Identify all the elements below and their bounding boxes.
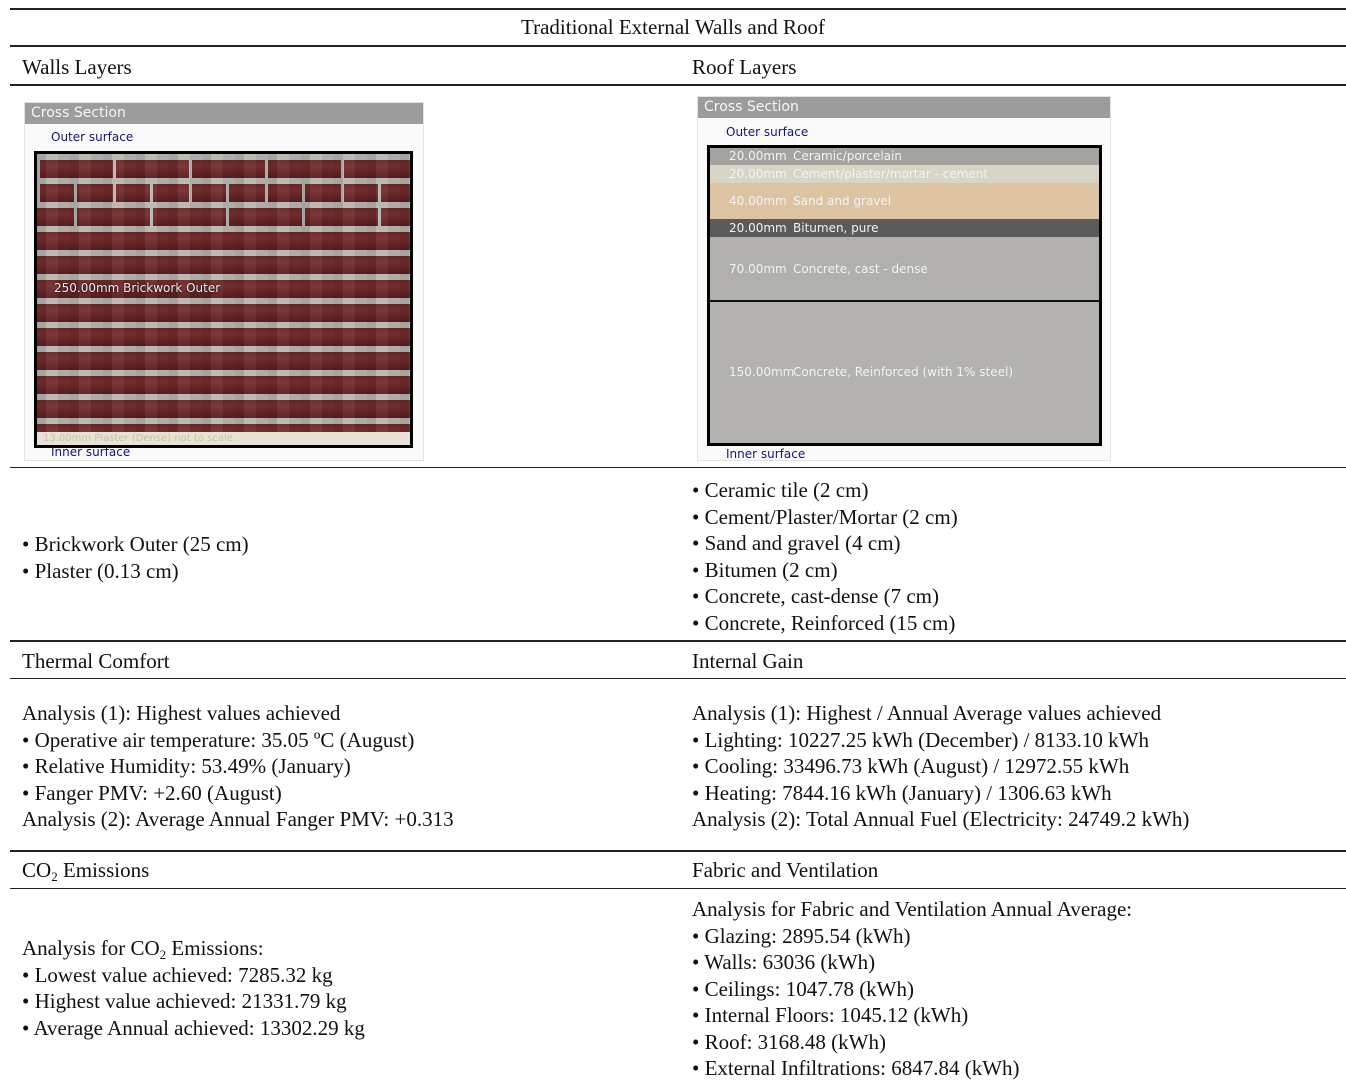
rule	[10, 850, 1346, 852]
roof-layer: 20.00mm Cement/plaster/mortar - cement	[710, 165, 1099, 183]
roof-layer: 70.00mm Concrete, cast - dense	[710, 237, 1099, 302]
list-item: • Lowest value achieved: 7285.32 kg	[22, 962, 333, 987]
plaster-layer: 13.00mm Plaster (Dense) not to scale	[37, 432, 410, 445]
roof-layers-diagram: 20.00mm Ceramic/porcelain 20.00mm Cement/pl…	[707, 145, 1102, 446]
layer-material: Concrete, Reinforced (with 1% steel)	[793, 365, 1014, 379]
layer-material: Cement/plaster/mortar - cement	[793, 167, 989, 181]
list-item: Analysis (1): Highest / Annual Average v…	[692, 701, 1162, 725]
co2-heading: CO2 Emissions	[22, 857, 149, 884]
outer-surface-label: Outer surface	[51, 130, 134, 144]
inner-surface-label: Inner surface	[726, 447, 806, 461]
list-item: • Lighting: 10227.25 kWh (December) / 81…	[692, 727, 1150, 752]
list-item: • Cement/Plaster/Mortar (2 cm)	[692, 504, 958, 529]
fabric-ventilation-list: Analysis for Fabric and Ventilation Annu…	[692, 896, 1132, 1082]
layer-material: Ceramic/porcelain	[793, 149, 902, 163]
table-title: Traditional External Walls and Roof	[521, 15, 825, 39]
layer-thickness: 70.00mm	[729, 262, 787, 276]
co2-heading-rest: Emissions	[57, 858, 150, 882]
list-item: • Walls: 63036 (kWh)	[692, 950, 876, 974]
list-item: • Roof: 3168.48 (kWh)	[692, 1029, 886, 1054]
list-item: • Relative Humidity: 53.49% (January)	[22, 754, 351, 778]
co2-heading-text: CO	[22, 858, 52, 882]
list-item: Analysis (2): Total Annual Fuel (Electri…	[692, 807, 1190, 831]
list-item: Analysis (1): Highest values achieved	[22, 701, 341, 725]
rule	[10, 84, 1346, 86]
list-item: • Ceramic tile (2 cm)	[692, 478, 869, 502]
list-item: • Bitumen (2 cm)	[692, 557, 838, 582]
fabric-ventilation-heading: Fabric and Ventilation	[692, 858, 879, 882]
roof-layer: 40.00mm Sand and gravel	[710, 183, 1099, 219]
roof-cross-section: Cross Section Outer surface 20.00mm Ceram…	[697, 96, 1111, 461]
rule-top	[10, 8, 1346, 10]
layer-material: Concrete, cast - dense	[793, 262, 928, 276]
internal-gain-list: Analysis (1): Highest / Annual Average v…	[692, 700, 1189, 833]
brick-layer-label: 250.00mm Brickwork Outer	[54, 281, 221, 295]
list-item: • Internal Floors: 1045.12 (kWh)	[692, 1003, 969, 1027]
internal-gain-heading: Internal Gain	[692, 649, 804, 673]
walls-layer-list: • Brickwork Outer (25 cm) • Plaster (0.1…	[22, 531, 249, 584]
list-item: • Operative air temperature: 35.05 ºC (A…	[22, 727, 415, 752]
rule	[10, 45, 1346, 47]
roof-layer: 20.00mm Ceramic/porcelain	[710, 148, 1099, 165]
layer-thickness: 20.00mm	[729, 221, 787, 235]
list-item: • Plaster (0.13 cm)	[22, 558, 179, 583]
roof-layer-list: • Ceramic tile (2 cm) • Cement/Plaster/M…	[692, 477, 958, 636]
rule	[10, 467, 1346, 468]
rule	[10, 640, 1346, 642]
list-item: • Fanger PMV: +2.60 (August)	[22, 780, 282, 805]
layer-thickness: 40.00mm	[729, 194, 787, 208]
rule	[10, 888, 1346, 889]
list-item: • Cooling: 33496.73 kWh (August) / 12972…	[692, 754, 1130, 778]
outer-surface-label: Outer surface	[726, 125, 809, 139]
thermal-comfort-heading: Thermal Comfort	[22, 649, 170, 673]
layer-material: Bitumen, pure	[793, 221, 879, 235]
roof-layer: 20.00mm Bitumen, pure	[710, 219, 1099, 237]
list-item: Analysis for Fabric and Ventilation Annu…	[692, 897, 1133, 921]
co2-analysis-title: Analysis for CO2 Emissions:	[22, 935, 365, 962]
roof-heading: Roof Layers	[692, 55, 797, 79]
co2-analysis-text: Analysis for CO	[22, 936, 160, 960]
layer-thickness: 20.00mm	[729, 167, 787, 181]
list-item: • Concrete, cast-dense (7 cm)	[692, 584, 939, 608]
co2-analysis-rest: Emissions:	[166, 936, 264, 960]
walls-cross-section: Cross Section Outer surface 250.00mm Bri…	[24, 102, 424, 461]
list-item: • Sand and gravel (4 cm)	[692, 531, 901, 555]
list-item: • External Infiltrations: 6847.84 (kWh)	[692, 1056, 1020, 1080]
cross-section-header: Cross Section	[698, 97, 1110, 118]
list-item: • Heating: 7844.16 kWh (January) / 1306.…	[692, 780, 1112, 805]
brick-wall-image: 250.00mm Brickwork Outer 13.00mm Plaster…	[34, 151, 413, 448]
walls-heading: Walls Layers	[22, 55, 132, 79]
layer-thickness: 150.00mm	[729, 365, 795, 379]
list-item: • Glazing: 2895.54 (kWh)	[692, 923, 911, 948]
brick-texture	[37, 154, 410, 445]
list-item: Analysis (2): Average Annual Fanger PMV:…	[22, 807, 454, 831]
layer-thickness: 20.00mm	[729, 149, 787, 163]
layer-material: Sand and gravel	[793, 194, 892, 208]
list-item: • Concrete, Reinforced (15 cm)	[692, 610, 956, 635]
rule	[10, 678, 1346, 679]
inner-surface-label: Inner surface	[51, 445, 131, 459]
roof-layer: 150.00mmConcrete, Reinforced (with 1% st…	[710, 302, 1099, 443]
cross-section-header: Cross Section	[25, 103, 423, 124]
list-item: • Ceilings: 1047.78 (kWh)	[692, 976, 914, 1001]
list-item: • Brickwork Outer (25 cm)	[22, 532, 249, 556]
thermal-comfort-list: Analysis (1): Highest values achieved • …	[22, 700, 454, 833]
list-item: • Highest value achieved: 21331.79 kg	[22, 989, 347, 1013]
co2-list: Analysis for CO2 Emissions: • Lowest val…	[22, 935, 365, 1041]
list-item: • Average Annual achieved: 13302.29 kg	[22, 1015, 365, 1040]
